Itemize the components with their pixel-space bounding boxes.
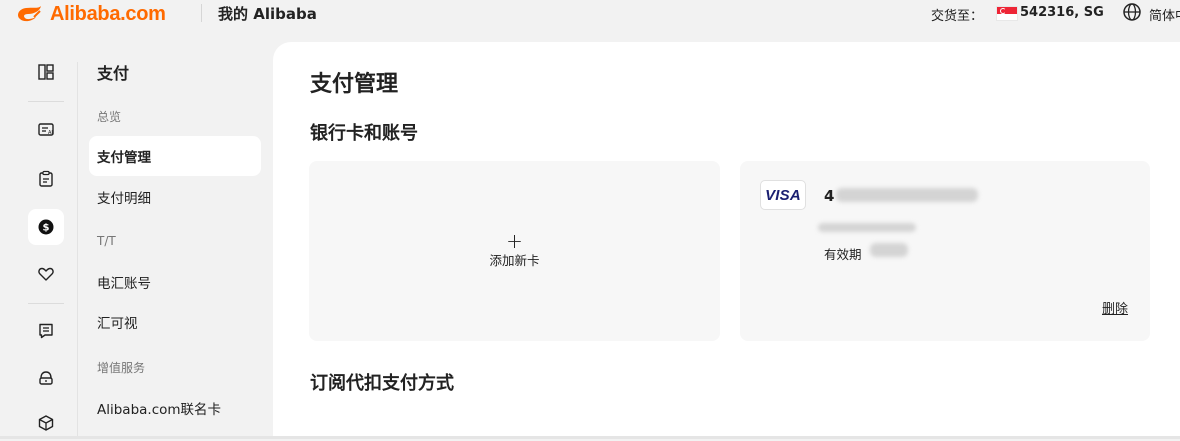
top-bar: Alibaba.com 我的 Alibaba 交货至： 542316, SG 简… — [0, 0, 1180, 30]
svg-text:$: $ — [43, 223, 50, 234]
svg-text:AI: AI — [48, 130, 53, 136]
rail-favorites[interactable] — [28, 256, 64, 292]
dashboard-icon — [38, 64, 54, 80]
ship-to-label: 交货至： — [931, 9, 984, 24]
rail-payment[interactable]: $ — [28, 209, 64, 245]
subnav-item-payment-management[interactable]: 支付管理 — [89, 136, 261, 176]
plus-icon: + — [506, 229, 523, 253]
rail-divider — [28, 101, 64, 102]
rail-messages[interactable] — [28, 313, 64, 349]
rail-orders[interactable] — [28, 161, 64, 197]
favorites-icon — [38, 267, 54, 281]
brand-name: Alibaba.com — [50, 2, 166, 25]
alibaba-logo[interactable]: Alibaba.com — [14, 1, 166, 27]
orders-icon — [39, 170, 53, 187]
expiry-label: 有效期 — [824, 247, 862, 262]
add-card-label: 添加新卡 — [489, 253, 540, 268]
delete-card-link[interactable]: 删除 — [1102, 298, 1128, 317]
header-divider — [201, 4, 202, 22]
subnav-item-label: 汇可视 — [97, 316, 138, 332]
nav-separator — [77, 62, 78, 439]
card-number-redacted — [836, 188, 978, 202]
subnav-item-tt-tracker[interactable]: 汇可视 — [89, 302, 261, 342]
subnav-item-label: 电汇账号 — [97, 276, 151, 292]
subnav-group-value-added: 增值服务 — [97, 361, 146, 375]
subnav-title: 支付 — [97, 64, 130, 83]
rfq-icon: AI — [38, 123, 54, 136]
rail-rfq[interactable]: AI — [28, 112, 64, 148]
subnav-group-tt: T/T — [97, 234, 116, 248]
add-card-tile[interactable]: + 添加新卡 — [309, 161, 720, 341]
subnav-item-label: 支付明细 — [97, 191, 151, 207]
globe-icon[interactable] — [1122, 2, 1142, 22]
visa-logo-icon: VISA — [760, 180, 806, 210]
subnav-group-overview: 总览 — [97, 110, 122, 124]
ship-to-selector[interactable]: 542316, SG — [1020, 5, 1104, 20]
subnav-item-label: Alibaba.com联名卡 — [97, 402, 222, 418]
logistics-icon — [38, 415, 54, 431]
saved-card-tile: VISA 4 有效期 删除 — [740, 161, 1150, 341]
subscription-section-title: 订阅代扣支付方式 — [310, 373, 454, 394]
rail-dashboard[interactable] — [28, 54, 64, 90]
page-title: 支付管理 — [310, 72, 399, 97]
my-alibaba-title[interactable]: 我的 Alibaba — [218, 3, 317, 24]
cards-section-title: 银行卡和账号 — [310, 123, 418, 144]
cardholder-redacted — [818, 223, 916, 232]
messages-icon — [39, 323, 53, 339]
alibaba-logo-icon — [18, 6, 41, 22]
payment-icon: $ — [38, 219, 54, 235]
subnav-item-label: 支付管理 — [97, 150, 151, 166]
main-panel: 支付管理 银行卡和账号 + 添加新卡 VISA 4 有效期 删除 订阅代扣支付方… — [273, 42, 1180, 439]
card-number: 4 — [824, 187, 835, 205]
subnav-item-payment-details[interactable]: 支付明细 — [89, 177, 261, 217]
subnav-item-cobrand-card[interactable]: Alibaba.com联名卡 — [89, 388, 261, 428]
expiry-redacted — [870, 243, 908, 257]
rail-divider — [28, 303, 64, 304]
subnav-item-wire-accounts[interactable]: 电汇账号 — [89, 262, 261, 302]
singapore-flag-icon[interactable] — [996, 6, 1018, 21]
buyer-icon — [39, 371, 53, 385]
language-selector[interactable]: 简体中 — [1149, 5, 1180, 24]
rail-buyer[interactable] — [28, 360, 64, 396]
